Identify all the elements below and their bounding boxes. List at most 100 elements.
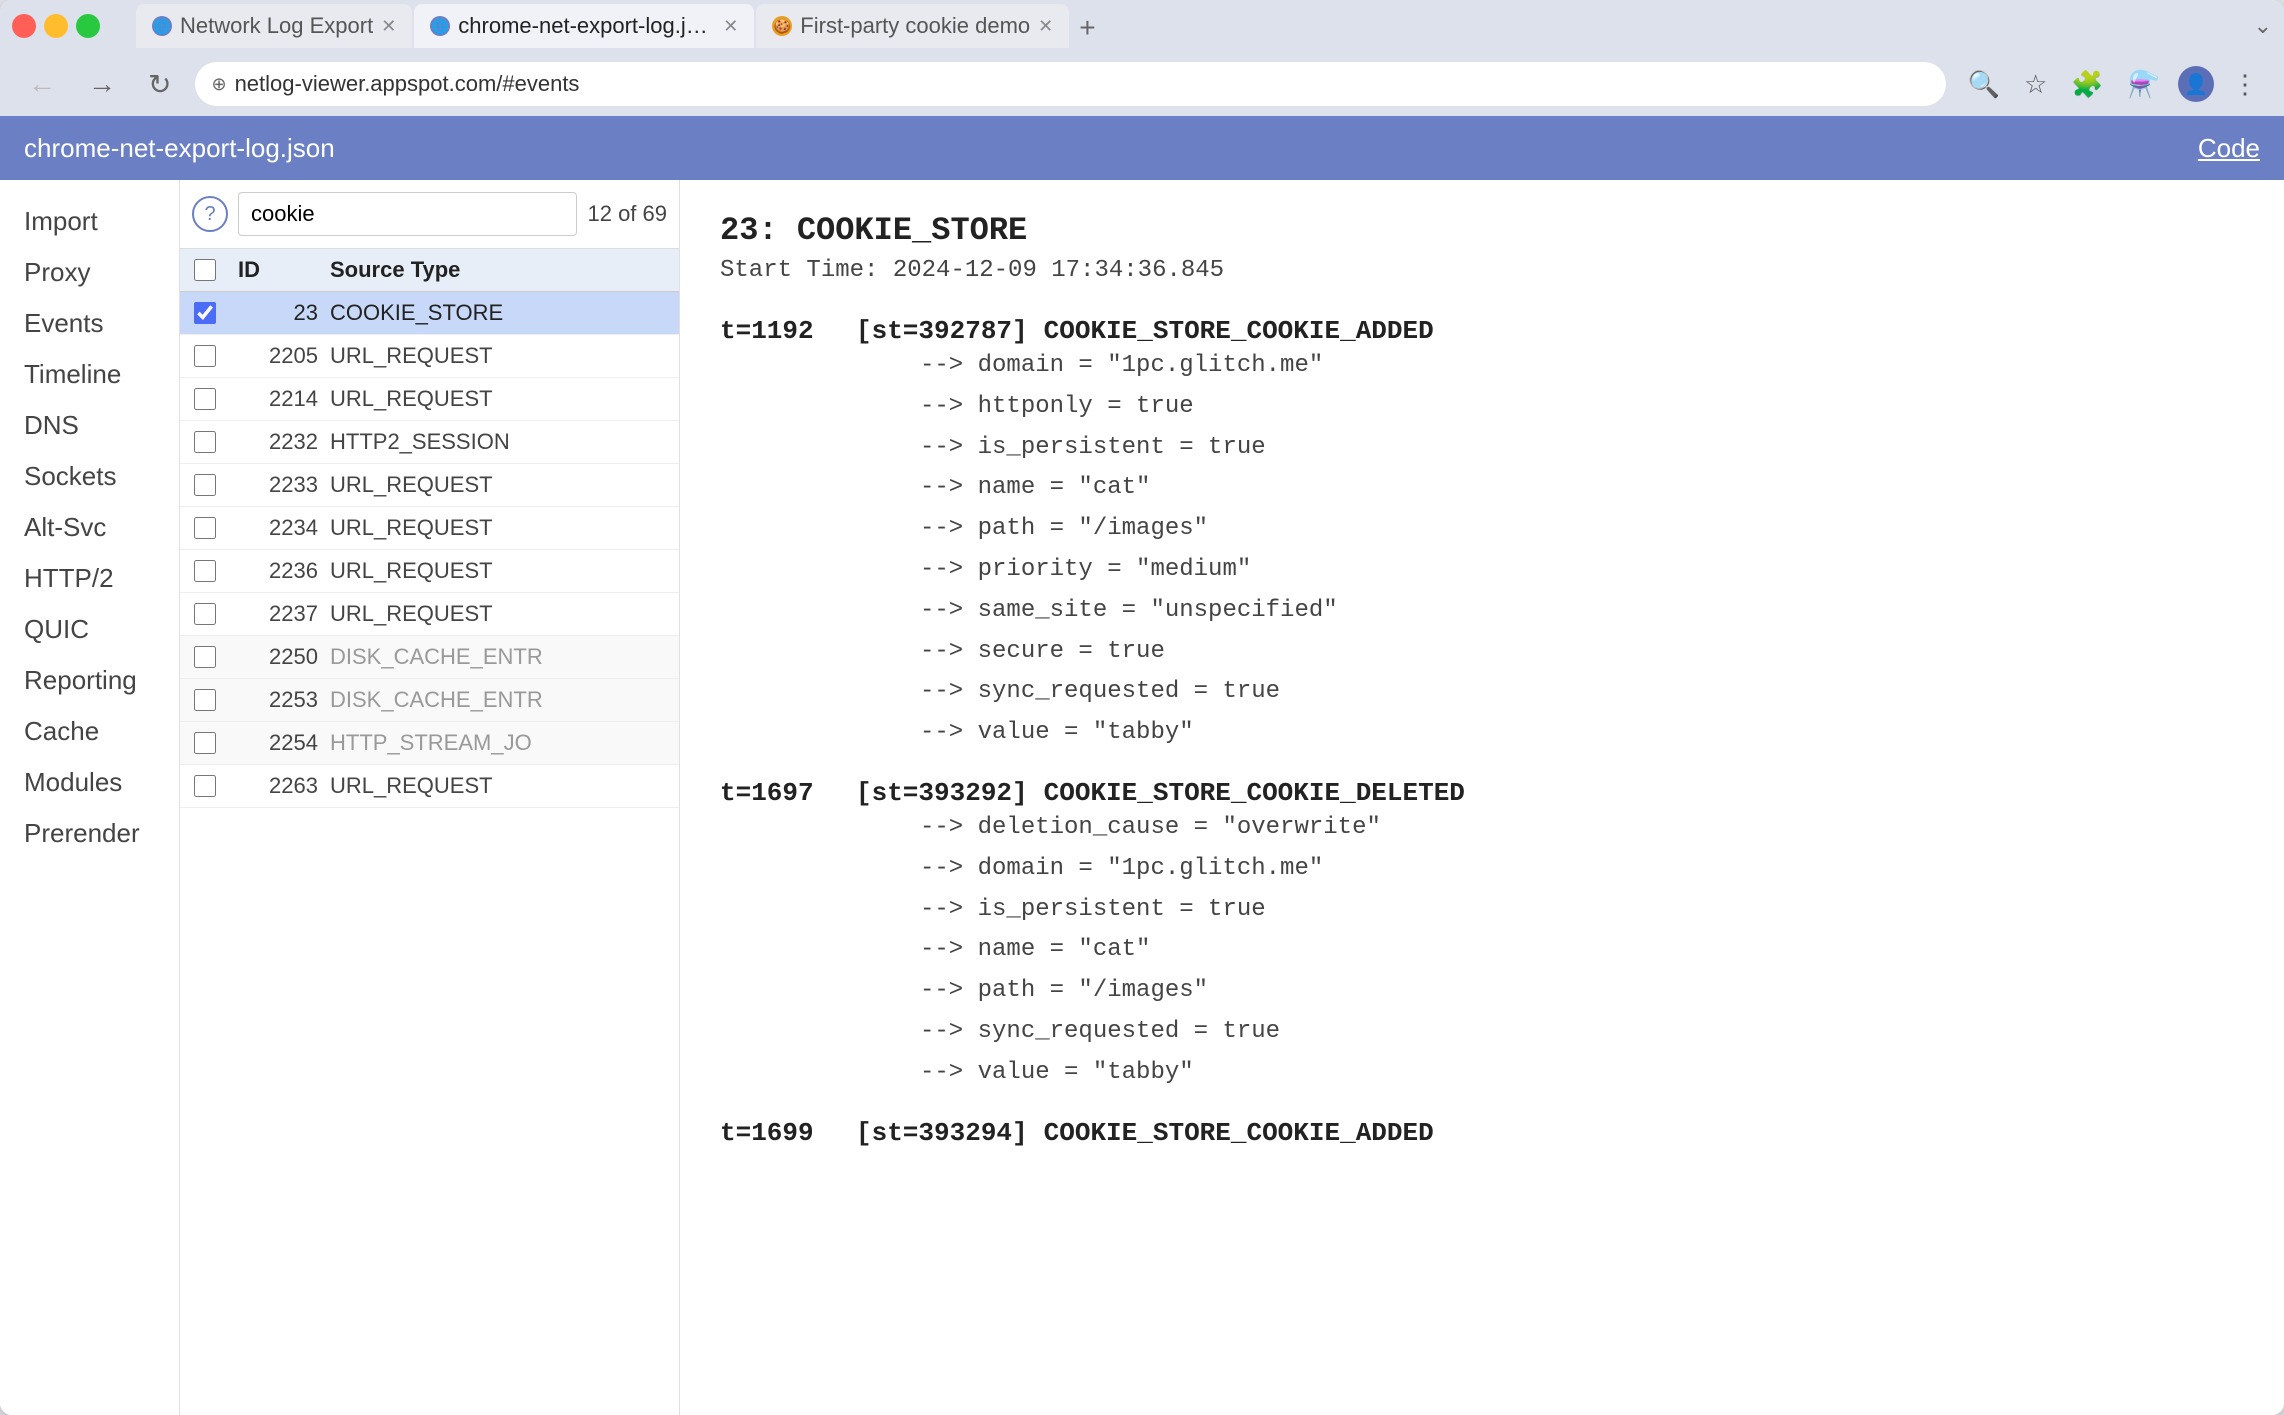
attr-line: --> deletion_cause = "overwrite" [920,808,2244,849]
maximize-window-button[interactable] [76,14,100,38]
event-name: COOKIE_STORE_COOKIE_DELETED [1044,778,1465,808]
tabs-bar: 🌐 Network Log Export ✕ 🌐 chrome-net-expo… [120,4,2238,48]
row-id: 2234 [230,515,330,541]
row-id: 2236 [230,558,330,584]
sidebar-item-proxy[interactable]: Proxy [0,247,179,298]
header-checkbox-col [180,259,230,281]
table-row[interactable]: 2236 URL_REQUEST [180,550,679,593]
count-label: 12 of 69 [587,201,667,227]
tab-close-cookie[interactable]: ✕ [1038,16,1053,37]
row-source-type: DISK_CACHE_ENTR [330,687,679,713]
row-source-type: DISK_CACHE_ENTR [330,644,679,670]
event-time: t=1192 [720,316,840,346]
row-checkbox[interactable] [194,603,216,625]
search-input[interactable] [238,192,577,236]
sidebar-item-alt-svc[interactable]: Alt-Svc [0,502,179,553]
row-checkbox[interactable] [194,474,216,496]
tab-network-log-export[interactable]: 🌐 Network Log Export ✕ [136,4,412,48]
sidebar-item-events[interactable]: Events [0,298,179,349]
tab-close-json[interactable]: ✕ [723,16,738,37]
row-id: 2253 [230,687,330,713]
bookmark-button[interactable]: ☆ [2018,63,2053,106]
sidebar-item-cache[interactable]: Cache [0,706,179,757]
table-row[interactable]: 2250 DISK_CACHE_ENTR [180,636,679,679]
event-st: [st=393292] [856,778,1028,808]
table-row[interactable]: 23 COOKIE_STORE [180,292,679,335]
attr-line: --> value = "tabby" [920,713,2244,754]
row-id: 2233 [230,472,330,498]
tab-label-json: chrome-net-export-log.json [458,13,715,39]
sidebar-item-http2[interactable]: HTTP/2 [0,553,179,604]
new-tab-button[interactable]: + [1071,8,1103,48]
menu-button[interactable]: ⋮ [2226,63,2264,106]
row-checkbox-col [180,335,230,377]
event-name: COOKIE_STORE_COOKIE_ADDED [1044,1118,1434,1148]
sidebar-item-sockets[interactable]: Sockets [0,451,179,502]
row-checkbox[interactable] [194,689,216,711]
attr-line: --> same_site = "unspecified" [920,591,2244,632]
attr-line: --> secure = true [920,632,2244,673]
table-row[interactable]: 2234 URL_REQUEST [180,507,679,550]
tab-chrome-net-export[interactable]: 🌐 chrome-net-export-log.json ✕ [414,4,754,48]
table-body: 23 COOKIE_STORE 2205 URL_REQUEST 2 [180,292,679,1415]
table-row[interactable]: 2253 DISK_CACHE_ENTR [180,679,679,722]
attr-line: --> value = "tabby" [920,1053,2244,1094]
table-row[interactable]: 2263 URL_REQUEST [180,765,679,808]
minimize-window-button[interactable] [44,14,68,38]
help-button[interactable]: ? [192,196,228,232]
sidebar-item-modules[interactable]: Modules [0,757,179,808]
row-checkbox[interactable] [194,775,216,797]
url-bar[interactable]: ⊕ netlog-viewer.appspot.com/#events [195,62,1945,106]
row-checkbox[interactable] [194,732,216,754]
detail-event-entry: t=1192 [st=392787] COOKIE_STORE_COOKIE_A… [720,316,2244,754]
main-content: Import Proxy Events Timeline DNS Sockets… [0,180,2284,1415]
sidebar-item-dns[interactable]: DNS [0,400,179,451]
sidebar-item-reporting[interactable]: Reporting [0,655,179,706]
detail-event-line: t=1697 [st=393292] COOKIE_STORE_COOKIE_D… [720,778,2244,808]
profile-icon[interactable]: 👤 [2178,66,2214,102]
search-icon-button[interactable]: 🔍 [1962,63,2006,106]
tab-close-export[interactable]: ✕ [381,16,396,37]
sidebar-item-import[interactable]: Import [0,196,179,247]
select-all-checkbox[interactable] [194,259,216,281]
lab-flask-button[interactable]: ⚗️ [2122,63,2166,106]
address-bar: ← → ↻ ⊕ netlog-viewer.appspot.com/#event… [0,52,2284,116]
row-id: 2214 [230,386,330,412]
sidebar-item-prerender[interactable]: Prerender [0,808,179,859]
row-source-type: URL_REQUEST [330,343,679,369]
event-name: COOKIE_STORE_COOKIE_ADDED [1044,316,1434,346]
table-row[interactable]: 2232 HTTP2_SESSION [180,421,679,464]
event-st: [st=393294] [856,1118,1028,1148]
row-checkbox[interactable] [194,646,216,668]
row-checkbox-col [180,292,230,334]
sidebar-item-timeline[interactable]: Timeline [0,349,179,400]
table-row[interactable]: 2237 URL_REQUEST [180,593,679,636]
tab-first-party-cookie[interactable]: 🍪 First-party cookie demo ✕ [756,4,1069,48]
event-time: t=1699 [720,1118,840,1148]
detail-event-entry: t=1699 [st=393294] COOKIE_STORE_COOKIE_A… [720,1118,2244,1148]
code-link[interactable]: Code [2198,133,2260,164]
tab-list-chevron[interactable]: ⌄ [2254,13,2272,39]
row-source-type: HTTP_STREAM_JO [330,730,679,756]
row-id: 2254 [230,730,330,756]
row-checkbox[interactable] [194,431,216,453]
row-checkbox[interactable] [194,560,216,582]
event-attrs: --> deletion_cause = "overwrite" --> dom… [720,808,2244,1094]
table-row[interactable]: 2214 URL_REQUEST [180,378,679,421]
table-row[interactable]: 2205 URL_REQUEST [180,335,679,378]
table-row[interactable]: 2233 URL_REQUEST [180,464,679,507]
close-window-button[interactable] [12,14,36,38]
forward-button[interactable]: → [80,64,124,104]
row-checkbox[interactable] [194,388,216,410]
table-row[interactable]: 2254 HTTP_STREAM_JO [180,722,679,765]
sidebar: Import Proxy Events Timeline DNS Sockets… [0,180,180,1415]
back-button[interactable]: ← [20,64,64,104]
tab-label-export: Network Log Export [180,13,373,39]
sidebar-item-quic[interactable]: QUIC [0,604,179,655]
reload-button[interactable]: ↻ [140,64,179,105]
row-checkbox[interactable] [194,302,216,324]
row-checkbox[interactable] [194,345,216,367]
extension-puzzle-button[interactable]: 🧩 [2065,63,2109,106]
attr-line: --> path = "/images" [920,971,2244,1012]
row-checkbox[interactable] [194,517,216,539]
